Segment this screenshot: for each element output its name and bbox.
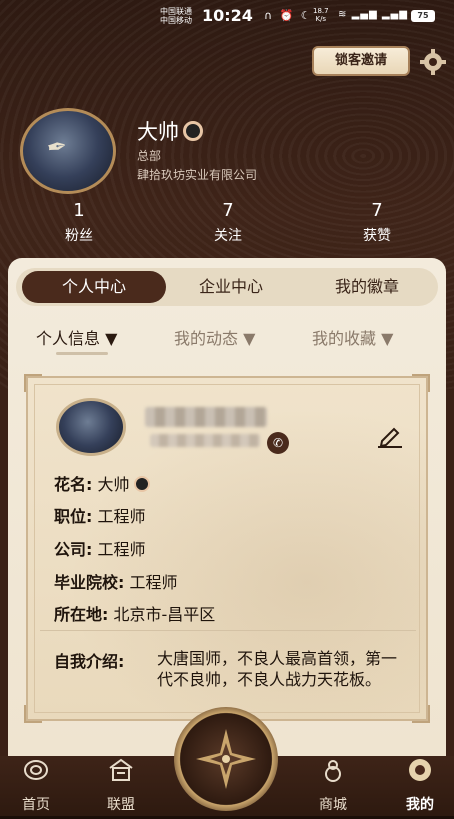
center-compass-button[interactable]: [174, 707, 278, 811]
field-location: 所在地: 北京市-昌平区: [54, 605, 216, 624]
ninja-emoji-icon: [183, 121, 203, 141]
subtab-my-favorites[interactable]: 我的收藏 ▼: [312, 325, 393, 349]
profile-avatar: [56, 398, 126, 456]
carrier-1: 中国联通: [160, 7, 192, 16]
blurred-phone-number: [150, 434, 260, 447]
edit-icon[interactable]: [376, 424, 404, 448]
subtab-indicator: [56, 352, 108, 355]
stat-following[interactable]: 7 关注: [188, 200, 268, 245]
battery-icon: 75: [411, 10, 435, 22]
field-intro-value: 大唐国师，不良人最高首领，第一代不良帅，不良人战力天花板。: [157, 649, 398, 689]
nav-home[interactable]: 首页: [6, 758, 66, 814]
tab-my-badges[interactable]: 我的徽章: [300, 268, 434, 306]
subtab-personal-info[interactable]: 个人信息 ▼: [36, 325, 117, 349]
field-position: 职位: 工程师: [54, 507, 146, 526]
home-icon: [24, 760, 48, 780]
clock: 10:24: [202, 6, 253, 25]
field-company: 公司: 工程师: [54, 540, 146, 559]
field-school: 毕业院校: 工程师: [54, 573, 178, 592]
system-icons: ∩ ⏰ ☾: [264, 9, 313, 22]
nav-mine[interactable]: 我的: [390, 758, 450, 814]
alarm-icon: ⏰: [279, 9, 296, 22]
phone-icon[interactable]: ✆: [267, 432, 289, 454]
carrier-2: 中国移动: [160, 16, 192, 25]
field-intro-label: 自我介绍:: [54, 652, 125, 671]
gear-icon[interactable]: [420, 49, 446, 75]
subtab-my-posts[interactable]: 我的动态 ▼: [174, 325, 255, 349]
company-name: 肆拾玖坊实业有限公司: [137, 168, 258, 182]
flower-seal-icon: [409, 759, 431, 781]
department: 总部: [137, 149, 162, 163]
stat-fans[interactable]: 1 粉丝: [39, 200, 119, 245]
gourd-icon: [325, 760, 341, 782]
main-tabs: 个人中心 企业中心 我的徽章: [16, 268, 438, 306]
field-nickname: 花名: 大帅: [54, 471, 150, 495]
blurred-real-name: [145, 407, 267, 427]
invite-button[interactable]: 锁客邀请: [312, 46, 410, 76]
headphones-icon: ∩: [264, 9, 275, 22]
avatar-artwork: ✒: [44, 131, 70, 163]
nav-alliance[interactable]: 联盟: [91, 758, 151, 814]
status-bar: 中国联通 中国移动 10:24 ∩ ⏰ ☾ 18.7 K/s ≋ ▂▄▆ ▂▄▆…: [0, 0, 454, 34]
signal-icons: ≋ ▂▄▆ ▂▄▆: [338, 9, 408, 20]
tab-personal-center[interactable]: 个人中心: [22, 271, 166, 303]
divider: [40, 630, 416, 631]
building-icon: [109, 758, 133, 781]
ninja-emoji-icon: [133, 476, 150, 492]
wifi-icon: ≋: [338, 9, 348, 20]
avatar[interactable]: ✒: [20, 108, 116, 194]
moon-icon: ☾: [300, 9, 313, 22]
signal-5g-icon: ▂▄▆: [351, 9, 378, 20]
compass-icon: [196, 729, 256, 789]
signal-4g-icon: ▂▄▆: [381, 9, 408, 20]
stat-likes[interactable]: 7 获赞: [337, 200, 417, 245]
nav-mall[interactable]: 商城: [303, 758, 363, 814]
user-name: 大帅: [137, 116, 203, 146]
tab-enterprise-center[interactable]: 企业中心: [168, 268, 294, 306]
network-speed: 18.7 K/s: [313, 7, 329, 23]
